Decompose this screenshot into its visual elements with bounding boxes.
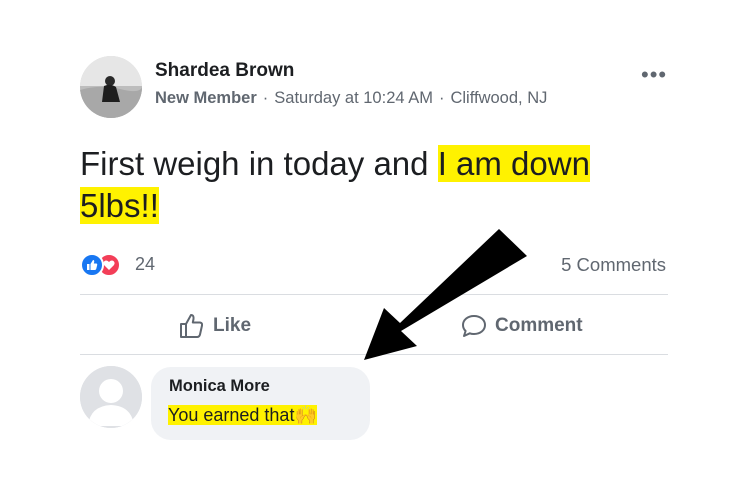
annotation-arrow xyxy=(364,229,527,360)
like-reaction-icon xyxy=(80,253,104,277)
